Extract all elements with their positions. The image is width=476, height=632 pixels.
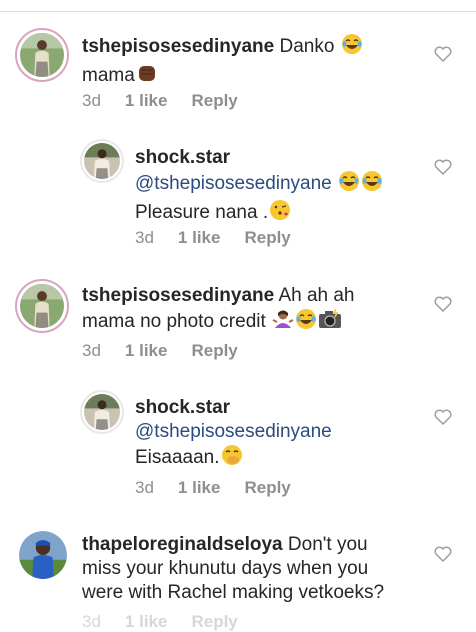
profile-photo-icon xyxy=(19,531,67,579)
tears-of-joy-emoji-icon xyxy=(295,308,317,337)
comment-time: 3d xyxy=(135,478,154,497)
comment-text: thapeloreginaldseloya Don't you miss you… xyxy=(82,533,442,605)
like-heart-icon[interactable] xyxy=(434,46,452,62)
profile-photo-icon xyxy=(20,33,64,77)
profile-photo-icon xyxy=(20,284,64,328)
comment-meta: 3d 1 like Reply xyxy=(82,91,238,111)
comment-time: 3d xyxy=(82,341,101,360)
reply-button[interactable]: Reply xyxy=(191,91,237,110)
comment-username[interactable]: shock.star xyxy=(135,147,230,168)
tears-of-joy-emoji-icon xyxy=(341,33,363,62)
comment-body: Don't you xyxy=(287,534,368,555)
comment-body: Danko xyxy=(279,36,335,57)
comment-likes[interactable]: 1 like xyxy=(178,478,221,497)
comment-likes[interactable]: 1 like xyxy=(125,91,168,110)
comment-body-line2: mama no photo credit xyxy=(82,311,266,332)
comment-body-line3: were with Rachel making vetkoeks? xyxy=(82,582,385,603)
comment-meta: 3d 1 like Reply xyxy=(82,612,238,632)
comment-time: 3d xyxy=(82,612,101,631)
comment-username[interactable]: tshepisosesedinyane xyxy=(82,285,274,306)
avatar[interactable] xyxy=(80,390,124,434)
comment-body: Pleasure nana . xyxy=(135,202,269,223)
comment-body-line2: miss your khunutu days when you xyxy=(82,558,369,579)
comment-username[interactable]: thapeloreginaldseloya xyxy=(82,534,283,555)
top-divider xyxy=(0,11,476,12)
comment-meta: 3d 1 like Reply xyxy=(135,478,291,498)
kiss-emoji-icon xyxy=(269,199,291,228)
like-heart-icon[interactable] xyxy=(434,409,452,425)
comment-body: Ah ah ah xyxy=(278,285,355,306)
avatar[interactable] xyxy=(15,279,69,333)
hand-over-mouth-emoji-icon xyxy=(221,444,243,473)
raised-fist-emoji-icon xyxy=(136,62,158,91)
reply-button[interactable]: Reply xyxy=(191,612,237,631)
like-heart-icon[interactable] xyxy=(434,159,452,175)
tears-of-joy-emoji-icon xyxy=(361,170,383,199)
comment-username[interactable]: tshepisosesedinyane xyxy=(82,36,274,57)
avatar[interactable] xyxy=(15,28,69,82)
person-shrugging-emoji-icon xyxy=(272,308,294,337)
comment-text: tshepisosesedinyane Ah ah ah mama no pho… xyxy=(82,284,422,337)
comment-meta: 3d 1 like Reply xyxy=(82,341,238,361)
comment-meta: 3d 1 like Reply xyxy=(135,228,291,248)
comment-likes[interactable]: 1 like xyxy=(125,612,168,631)
avatar[interactable] xyxy=(80,139,124,183)
comment-time: 3d xyxy=(82,91,101,110)
camera-flash-emoji-icon xyxy=(318,308,342,337)
tears-of-joy-emoji-icon xyxy=(338,170,360,199)
reply-button[interactable]: Reply xyxy=(191,341,237,360)
reply-button[interactable]: Reply xyxy=(244,228,290,247)
like-heart-icon[interactable] xyxy=(434,546,452,562)
mention-link[interactable]: @tshepisosesedinyane xyxy=(135,421,332,442)
like-heart-icon[interactable] xyxy=(434,296,452,312)
comment-body-line2: mama xyxy=(82,65,135,86)
avatar[interactable] xyxy=(19,531,67,579)
comment-username[interactable]: shock.star xyxy=(135,397,230,418)
mention-link[interactable]: @tshepisosesedinyane xyxy=(135,173,332,194)
comment-text: shock.star @tshepisosesedinyane Eisaaaan… xyxy=(135,396,435,473)
comment-likes[interactable]: 1 like xyxy=(125,341,168,360)
comment-time: 3d xyxy=(135,228,154,247)
reply-button[interactable]: Reply xyxy=(244,478,290,497)
comment-text: shock.star @tshepisosesedinyane Pleasure… xyxy=(135,146,435,228)
comment-text: tshepisosesedinyane Danko mama xyxy=(82,33,412,91)
comment-body: Eisaaaan. xyxy=(135,447,220,468)
comment-likes[interactable]: 1 like xyxy=(178,228,221,247)
profile-photo-icon xyxy=(84,394,120,430)
profile-photo-icon xyxy=(84,143,120,179)
